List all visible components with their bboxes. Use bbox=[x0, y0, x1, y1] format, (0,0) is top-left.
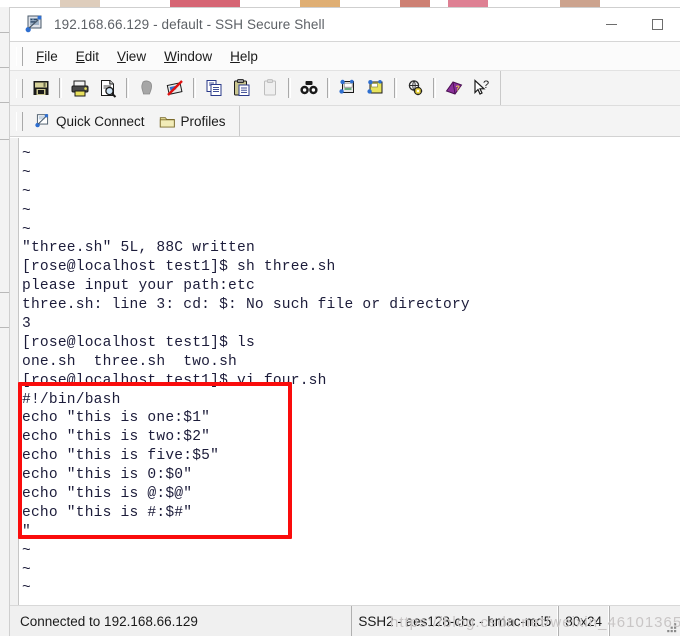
quick-connect-icon bbox=[34, 113, 51, 130]
terminal-line: ~ bbox=[22, 561, 31, 578]
toolbar-separator bbox=[327, 78, 330, 98]
svg-text:?: ? bbox=[456, 86, 460, 93]
menu-view[interactable]: View bbox=[108, 47, 155, 66]
ssh-terminal-icon bbox=[24, 15, 44, 35]
title-bar: 192.168.66.129 - default - SSH Secure Sh… bbox=[10, 8, 680, 42]
toolbar-separator bbox=[59, 78, 62, 98]
quick-connect-button[interactable]: Quick Connect bbox=[27, 111, 152, 132]
status-terminal-size: 80x24 bbox=[558, 606, 609, 636]
terminal-line: "three.sh" 5L, 88C written bbox=[22, 240, 255, 257]
toolbar-separator bbox=[394, 78, 397, 98]
status-bar: Connected to 192.168.66.129 SSH2 - aes12… bbox=[10, 605, 680, 636]
terminal-line: please input your path:etc bbox=[22, 278, 255, 295]
disconnect-icon[interactable] bbox=[162, 75, 188, 101]
main-toolbar: ? ? bbox=[10, 71, 680, 106]
folder-icon bbox=[159, 114, 176, 129]
minimize-button[interactable] bbox=[588, 8, 634, 41]
terminal-line: ~ bbox=[22, 146, 31, 162]
status-connection: Connected to 192.168.66.129 bbox=[20, 613, 198, 629]
terminal-line: [rose@localhost test1]$ sh three.sh bbox=[22, 259, 336, 276]
paste-disabled-icon bbox=[257, 75, 283, 101]
connect-icon[interactable] bbox=[134, 75, 160, 101]
maximize-icon bbox=[651, 19, 663, 30]
terminal-line: ~ bbox=[22, 183, 31, 200]
red-annotation-box bbox=[18, 382, 292, 539]
profiles-label: Profiles bbox=[180, 113, 226, 129]
maximize-button[interactable] bbox=[634, 8, 680, 41]
toolbar-drag-handle[interactable] bbox=[16, 78, 23, 98]
terminal-line: three.sh: line 3: cd: $: No such file or… bbox=[22, 297, 470, 314]
terminal-line: ~ bbox=[22, 580, 31, 597]
svg-text:?: ? bbox=[483, 79, 489, 91]
terminal-line: one.sh three.sh two.sh bbox=[22, 353, 237, 370]
help-book-icon[interactable]: ? bbox=[441, 75, 467, 101]
resize-grip-icon[interactable] bbox=[654, 606, 680, 636]
copy-icon[interactable] bbox=[201, 75, 227, 101]
terminal-line: 3 bbox=[22, 316, 31, 333]
quickbar-drag-handle[interactable] bbox=[16, 111, 23, 131]
ssh-secure-shell-window: 192.168.66.129 - default - SSH Secure Sh… bbox=[9, 7, 680, 636]
terminal-line: ~ bbox=[22, 164, 31, 181]
minimize-icon bbox=[605, 24, 617, 25]
terminal-line: ~ bbox=[22, 542, 31, 559]
paste-icon[interactable] bbox=[229, 75, 255, 101]
terminal-area[interactable]: ~ ~ ~ ~ ~ "three.sh" 5L, 88C written [rose@loc… bbox=[10, 137, 680, 605]
status-cipher: SSH2 - aes128-cbc - hmac-md5 bbox=[351, 606, 559, 636]
terminal-line: ~ bbox=[22, 202, 31, 219]
toolbar-separator bbox=[288, 78, 291, 98]
menu-file[interactable]: File bbox=[27, 47, 67, 66]
save-icon[interactable] bbox=[28, 75, 54, 101]
terminal-line: [rose@localhost test1]$ ls bbox=[22, 334, 255, 351]
menu-window[interactable]: Window bbox=[155, 47, 221, 66]
menu-bar: File Edit View Window Help bbox=[10, 42, 680, 71]
status-blank-cell bbox=[609, 606, 654, 636]
toolbar-separator bbox=[433, 78, 436, 98]
context-help-icon[interactable]: ? bbox=[469, 75, 495, 101]
toolbar-separator bbox=[126, 78, 129, 98]
menu-edit[interactable]: Edit bbox=[67, 47, 108, 66]
desktop-color-strip bbox=[0, 0, 680, 7]
new-terminal-icon[interactable] bbox=[363, 75, 389, 101]
window-controls bbox=[588, 8, 680, 41]
toolbar-separator bbox=[193, 78, 196, 98]
profiles-button[interactable]: Profiles bbox=[152, 112, 233, 131]
quick-connect-bar: Quick Connect Profiles bbox=[10, 106, 680, 137]
window-title: 192.168.66.129 - default - SSH Secure Sh… bbox=[54, 17, 325, 32]
terminal-line: ~ bbox=[22, 221, 31, 238]
settings-icon[interactable] bbox=[402, 75, 428, 101]
print-preview-icon[interactable] bbox=[95, 75, 121, 101]
desktop-left-edge bbox=[0, 7, 9, 636]
menubar-drag-handle[interactable] bbox=[16, 46, 23, 66]
new-file-transfer-icon[interactable] bbox=[335, 75, 361, 101]
menu-help[interactable]: Help bbox=[221, 47, 267, 66]
status-spacer bbox=[198, 606, 351, 636]
print-icon[interactable] bbox=[67, 75, 93, 101]
find-icon[interactable] bbox=[296, 75, 322, 101]
quick-connect-label: Quick Connect bbox=[56, 113, 145, 129]
